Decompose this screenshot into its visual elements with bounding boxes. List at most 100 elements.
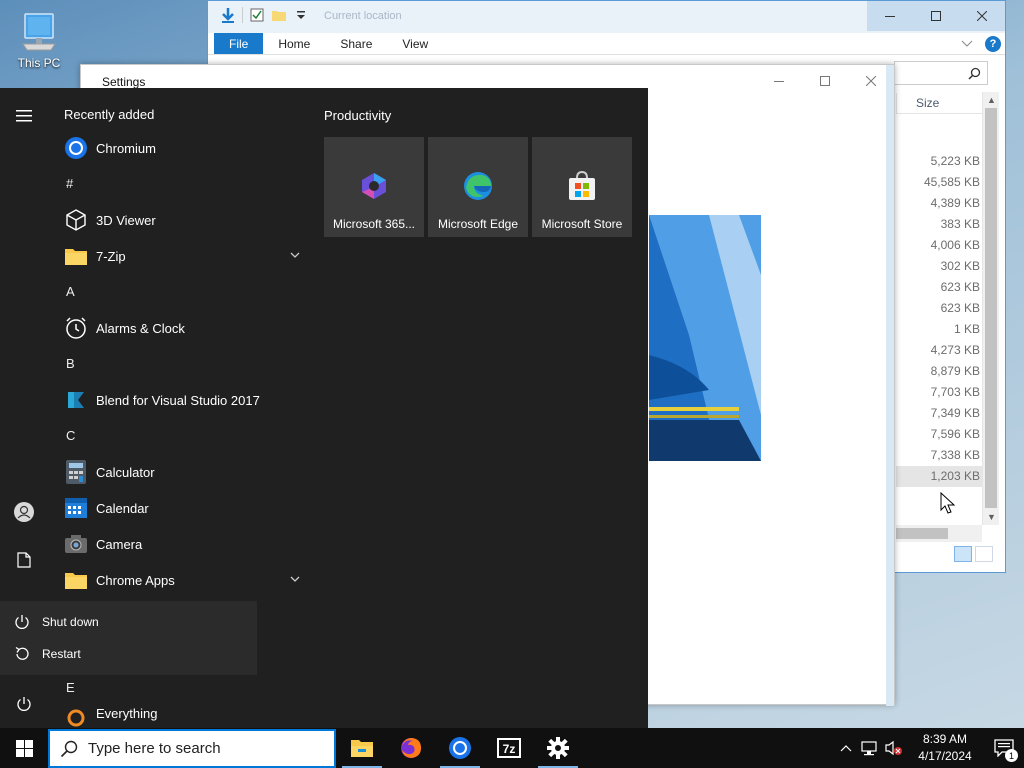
hamburger-icon <box>16 110 32 122</box>
app-chrome-apps-folder[interactable]: Chrome Apps <box>56 562 312 598</box>
file-size-cell[interactable]: 1 KB <box>896 319 982 340</box>
file-size-cell[interactable]: 302 KB <box>896 256 982 277</box>
ribbon-tab-view[interactable]: View <box>387 33 443 54</box>
mouse-cursor-icon <box>940 492 956 514</box>
file-size-cell[interactable]: 4,006 KB <box>896 235 982 256</box>
minimize-icon <box>774 81 784 82</box>
settings-maximize-button[interactable] <box>802 65 848 97</box>
scroll-up-arrow-icon[interactable]: ▲ <box>983 92 1000 108</box>
file-size-cell[interactable]: 623 KB <box>896 298 982 319</box>
explorer-close-button[interactable] <box>959 1 1005 31</box>
taskbar-firefox[interactable] <box>387 728 435 768</box>
expand-menu-button[interactable] <box>0 96 48 136</box>
details-view-icon[interactable] <box>954 546 972 562</box>
clock[interactable]: 8:39 AM 4/17/2024 <box>910 731 980 765</box>
file-size-cell[interactable]: 7,349 KB <box>896 403 982 424</box>
letter-heading-hash[interactable]: # <box>56 166 312 202</box>
tile-microsoft-edge[interactable]: Microsoft Edge <box>428 137 528 237</box>
ribbon-tab-share[interactable]: Share <box>325 33 387 54</box>
file-size-list: 5,223 KB 45,585 KB 4,389 KB 383 KB 4,006… <box>896 151 982 487</box>
shutdown-label: Shut down <box>42 615 99 629</box>
explorer-title-bar[interactable]: Current location <box>208 1 1005 33</box>
file-size-cell[interactable]: 383 KB <box>896 214 982 235</box>
network-button[interactable] <box>858 740 882 756</box>
hscroll-thumb[interactable] <box>896 528 948 539</box>
file-size-cell[interactable]: 7,703 KB <box>896 382 982 403</box>
edge-icon <box>461 169 495 203</box>
app-calculator[interactable]: Calculator <box>56 454 312 490</box>
file-explorer-icon <box>351 740 373 757</box>
settings-minimize-button[interactable] <box>756 65 802 97</box>
new-folder-icon[interactable] <box>271 7 287 23</box>
file-size-cell[interactable]: 4,273 KB <box>896 340 982 361</box>
app-alarms-clock[interactable]: Alarms & Clock <box>56 310 312 346</box>
app-blend[interactable]: Blend for Visual Studio 2017 <box>56 382 312 418</box>
qat-dropdown-icon[interactable] <box>293 7 309 23</box>
explorer-search-box[interactable] <box>894 61 988 85</box>
explorer-horizontal-scrollbar[interactable] <box>896 525 982 542</box>
tile-label: Microsoft Edge <box>437 217 519 231</box>
letter-heading-c[interactable]: C <box>56 418 312 454</box>
explorer-maximize-button[interactable] <box>913 1 959 31</box>
letter-heading-e[interactable]: E <box>56 670 312 706</box>
chromium-icon <box>64 136 88 160</box>
action-center-button[interactable]: 1 <box>984 728 1024 768</box>
app-chromium[interactable]: Chromium <box>56 130 312 166</box>
store-bag-icon <box>565 169 599 203</box>
ribbon-expand-chevron-icon[interactable] <box>961 40 973 48</box>
file-size-cell[interactable]: 623 KB <box>896 277 982 298</box>
app-3d-viewer[interactable]: 3D Viewer <box>56 202 312 238</box>
ribbon-tab-home[interactable]: Home <box>263 33 325 54</box>
size-column-header[interactable]: Size <box>896 93 982 114</box>
volume-button[interactable] <box>882 740 906 756</box>
taskbar-settings[interactable] <box>534 728 582 768</box>
power-button[interactable] <box>0 684 48 724</box>
explorer-minimize-button[interactable] <box>867 1 913 31</box>
documents-button[interactable] <box>0 540 48 580</box>
file-size-cell[interactable]: 8,879 KB <box>896 361 982 382</box>
volume-muted-icon <box>885 740 902 756</box>
file-size-cell[interactable]: 4,389 KB <box>896 193 982 214</box>
app-camera[interactable]: Camera <box>56 526 312 562</box>
tile-microsoft-365[interactable]: Microsoft 365... <box>324 137 424 237</box>
file-size-cell[interactable]: 5,223 KB <box>896 151 982 172</box>
scroll-down-arrow-icon[interactable]: ▼ <box>983 509 1000 525</box>
taskbar-chromium[interactable] <box>436 728 484 768</box>
download-arrow-icon[interactable] <box>220 7 236 23</box>
explorer-vertical-scrollbar[interactable]: ▲ ▼ <box>982 92 999 525</box>
user-avatar-icon <box>14 502 34 522</box>
file-size-cell[interactable]: 45,585 KB <box>896 172 982 193</box>
shutdown-menu-item[interactable]: Shut down <box>0 606 257 638</box>
letter-heading-a[interactable]: A <box>56 274 312 310</box>
firefox-icon <box>401 738 421 758</box>
file-size-cell[interactable]: 1,203 KB <box>896 466 982 487</box>
help-icon[interactable]: ? <box>985 35 1001 52</box>
app-label: Chromium <box>96 140 156 156</box>
large-icons-view-icon[interactable] <box>975 546 993 562</box>
start-button[interactable] <box>0 728 48 768</box>
size-column-label: Size <box>916 96 940 110</box>
explorer-ribbon: File Home Share View ? <box>208 33 1005 55</box>
file-size-cell[interactable]: 7,596 KB <box>896 424 982 445</box>
user-account-button[interactable] <box>0 492 48 532</box>
app-everything[interactable]: Everything <box>56 706 312 728</box>
taskbar-7zip[interactable]: 7z <box>485 728 533 768</box>
letter-heading-b[interactable]: B <box>56 346 312 382</box>
clock-date: 4/17/2024 <box>918 749 972 763</box>
taskbar-search-box[interactable]: Type here to search <box>48 729 336 768</box>
chevron-up-icon <box>840 745 852 752</box>
show-hidden-icons-button[interactable] <box>834 744 858 752</box>
search-placeholder: Type here to search <box>88 740 221 757</box>
properties-checkbox-icon[interactable] <box>249 7 265 23</box>
app-7zip-folder[interactable]: 7-Zip <box>56 238 312 274</box>
this-pc-desktop-icon[interactable]: This PC <box>10 8 68 70</box>
restart-menu-item[interactable]: Restart <box>0 638 257 670</box>
ribbon-tab-file[interactable]: File <box>214 33 264 54</box>
tile-microsoft-store[interactable]: Microsoft Store <box>532 137 632 237</box>
pinned-tiles: Microsoft 365... Microsoft Edge Microsof… <box>324 137 632 237</box>
taskbar-file-explorer[interactable] <box>338 728 386 768</box>
scroll-thumb[interactable] <box>985 108 997 508</box>
settings-title: Settings <box>102 75 146 89</box>
file-size-cell[interactable]: 7,338 KB <box>896 445 982 466</box>
app-calendar[interactable]: Calendar <box>56 490 312 526</box>
